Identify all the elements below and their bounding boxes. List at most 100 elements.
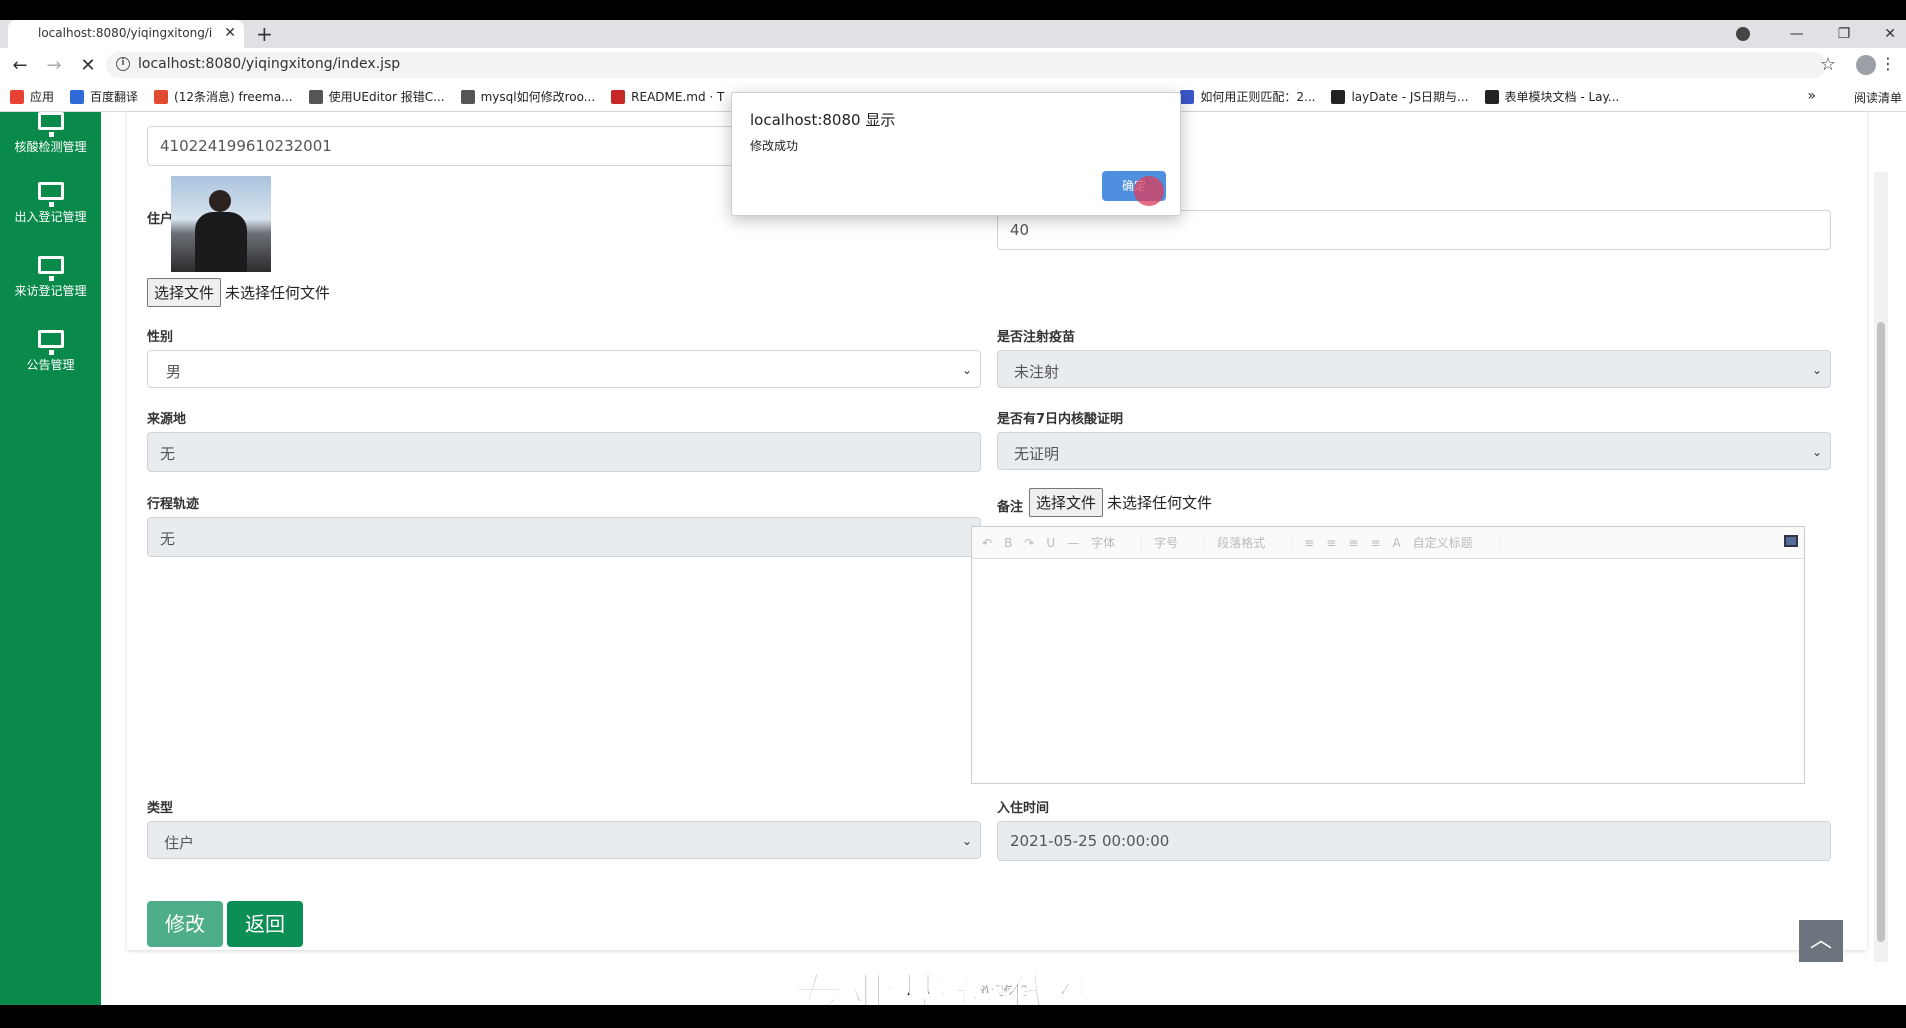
- forward-arrow-icon[interactable]: →: [40, 55, 68, 76]
- monitor-icon: [37, 256, 64, 281]
- paragraph-dropdown[interactable]: 段落格式: [1217, 534, 1293, 551]
- bold-icon[interactable]: B: [1004, 536, 1012, 550]
- scroll-thumb[interactable]: [1877, 322, 1885, 942]
- align-center-icon[interactable]: ≡: [1326, 536, 1336, 550]
- address-bar[interactable]: i localhost:8080/yiqingxitong/index.jsp: [106, 52, 1826, 78]
- browser-tab[interactable]: localhost:8080/yiqingxitong/i ✕: [8, 20, 244, 48]
- font-size-dropdown[interactable]: 字号: [1154, 534, 1206, 551]
- bookmark-item[interactable]: 如何用正则匹配：2...: [1180, 88, 1315, 105]
- new-tab-icon[interactable]: +: [256, 22, 273, 46]
- type-select[interactable]: 住户 ⌄: [147, 821, 981, 859]
- more-bookmarks-icon[interactable]: »: [1807, 88, 1816, 104]
- page-scrollbar[interactable]: [1874, 172, 1888, 962]
- font-color-icon[interactable]: A: [1392, 536, 1400, 550]
- choose-file-button[interactable]: 选择文件: [1029, 488, 1104, 517]
- remark-file-picker[interactable]: 选择文件 未选择任何文件: [1029, 488, 1212, 517]
- origin-label: 来源地: [147, 412, 187, 427]
- sidebar-item-notice[interactable]: 公告管理: [0, 330, 101, 373]
- align-right-icon[interactable]: ≡: [1348, 536, 1358, 550]
- age-input[interactable]: 40: [997, 210, 1831, 250]
- origin-input[interactable]: 无: [147, 432, 981, 472]
- profile-avatar[interactable]: [1856, 55, 1876, 75]
- video-caption: 专业毕设代做: [793, 968, 1112, 1005]
- restore-icon[interactable]: ❐: [1838, 26, 1851, 42]
- resident-photo: [171, 176, 271, 272]
- checkin-input[interactable]: 2021-05-25 00:00:00: [997, 821, 1831, 861]
- back-button[interactable]: 返回: [227, 901, 303, 947]
- dialog-message: 修改成功: [750, 139, 799, 153]
- bookmark-item[interactable]: layDate - JS日期与...: [1331, 88, 1469, 105]
- browser-window: localhost:8080/yiqingxitong/i ✕ + — ❐ ✕ …: [0, 20, 1906, 1005]
- dialog-title: localhost:8080 显示: [750, 111, 896, 129]
- bookmark-favicon-icon: [460, 89, 475, 104]
- trip-input[interactable]: 无: [147, 517, 981, 557]
- rich-text-editor[interactable]: ↶ B ↷ U — 字体 字号 段落格式 ≡ ≡ ≡ ≡ A 自定义标题: [971, 526, 1805, 784]
- custom-title-dropdown[interactable]: 自定义标题: [1413, 534, 1500, 551]
- minimize-icon[interactable]: —: [1790, 26, 1804, 42]
- close-tab-icon[interactable]: ✕: [224, 25, 236, 41]
- profile-dot-icon[interactable]: [1735, 27, 1750, 41]
- bookmark-favicon-icon: [1331, 89, 1346, 104]
- bookmark-favicon-icon: [611, 89, 626, 104]
- tab-strip: localhost:8080/yiqingxitong/i ✕ + — ❐ ✕: [0, 20, 1906, 48]
- chevron-down-icon: ⌄: [1811, 363, 1822, 377]
- menu-icon[interactable]: ⋮: [1880, 54, 1896, 73]
- align-left-icon[interactable]: ≡: [1304, 536, 1314, 550]
- bookmark-item[interactable]: README.md · T: [611, 89, 724, 104]
- sidebar-item-nucleic-test[interactable]: 核酸检测管理: [0, 112, 101, 155]
- undo-icon[interactable]: ↶: [982, 536, 992, 550]
- edit-button[interactable]: 修改: [147, 901, 223, 947]
- monitor-icon: [37, 182, 64, 207]
- back-arrow-icon[interactable]: ←: [6, 55, 34, 76]
- checkin-label: 入住时间: [997, 801, 1050, 816]
- remark-label: 备注: [997, 500, 1024, 515]
- bookmark-star-icon[interactable]: ☆: [1820, 54, 1836, 75]
- fullscreen-icon[interactable]: [1784, 535, 1798, 547]
- info-icon[interactable]: i: [116, 57, 130, 71]
- back-to-top-icon[interactable]: ︿: [1799, 920, 1843, 962]
- bookmark-item[interactable]: 百度翻译: [70, 88, 138, 105]
- bookmark-favicon-icon: [308, 89, 323, 104]
- window-controls: — ❐ ✕: [1735, 20, 1906, 48]
- browser-toolbar: ← → ✕ i localhost:8080/yiqingxitong/inde…: [0, 48, 1906, 82]
- monitor-icon: [37, 112, 64, 137]
- bookmark-favicon-icon: [1180, 89, 1195, 104]
- sidebar-item-entry-exit[interactable]: 出入登记管理: [0, 182, 101, 225]
- type-label: 类型: [147, 801, 174, 816]
- vaccine-label: 是否注射疫苗: [997, 330, 1076, 345]
- editor-toolbar: ↶ B ↷ U — 字体 字号 段落格式 ≡ ≡ ≡ ≡ A 自定义标题: [972, 527, 1804, 559]
- justify-icon[interactable]: ≡: [1370, 536, 1380, 550]
- gender-select[interactable]: 男 ⌄: [147, 350, 981, 388]
- alert-dialog: localhost:8080 显示 修改成功 确定: [731, 92, 1181, 216]
- hr-icon[interactable]: —: [1067, 536, 1079, 550]
- bookmark-item[interactable]: 使用UEditor 报错C...: [308, 88, 445, 105]
- stop-loading-icon[interactable]: ✕: [74, 55, 102, 76]
- click-cursor-indicator: [1134, 176, 1164, 206]
- font-family-dropdown[interactable]: 字体: [1091, 534, 1143, 551]
- gender-label: 性别: [147, 330, 174, 345]
- close-window-icon[interactable]: ✕: [1884, 26, 1896, 42]
- bookmark-item[interactable]: 应用: [10, 88, 54, 105]
- nucleic-proof-select[interactable]: 无证明 ⌄: [997, 432, 1831, 470]
- tab-title: localhost:8080/yiqingxitong/i: [38, 26, 213, 40]
- vaccine-select[interactable]: 未注射 ⌄: [997, 350, 1831, 388]
- apps-grid-icon: [10, 89, 24, 104]
- bookmark-favicon-icon: [1484, 89, 1499, 104]
- no-file-text: 未选择任何文件: [225, 284, 331, 302]
- main-content: 410224199610232001 住户照片 选择文件 未选择任何文件 年龄 …: [101, 112, 1906, 1005]
- sidebar-item-visitor[interactable]: 来访登记管理: [0, 256, 101, 299]
- underline-icon[interactable]: U: [1046, 536, 1055, 550]
- nucleic-proof-label: 是否有7日内核酸证明: [997, 412, 1124, 427]
- trip-label: 行程轨迹: [147, 497, 200, 512]
- photo-file-picker[interactable]: 选择文件 未选择任何文件: [147, 278, 330, 307]
- reading-list[interactable]: 阅读清单: [1854, 89, 1902, 106]
- bookmark-favicon-icon: [70, 89, 85, 104]
- bookmark-item[interactable]: 表单模块文档 - Lay...: [1484, 88, 1619, 105]
- bookmark-item[interactable]: (12条消息) freema...: [154, 88, 293, 105]
- bookmark-favicon-icon: [154, 89, 169, 104]
- redo-icon[interactable]: ↷: [1024, 536, 1034, 550]
- bookmark-item[interactable]: mysql如何修改roo...: [460, 88, 595, 105]
- sidebar: 核酸检测管理 出入登记管理 来访登记管理 公告管理: [0, 112, 101, 1005]
- choose-file-button[interactable]: 选择文件: [147, 278, 222, 307]
- url-text: localhost:8080/yiqingxitong/index.jsp: [138, 56, 401, 72]
